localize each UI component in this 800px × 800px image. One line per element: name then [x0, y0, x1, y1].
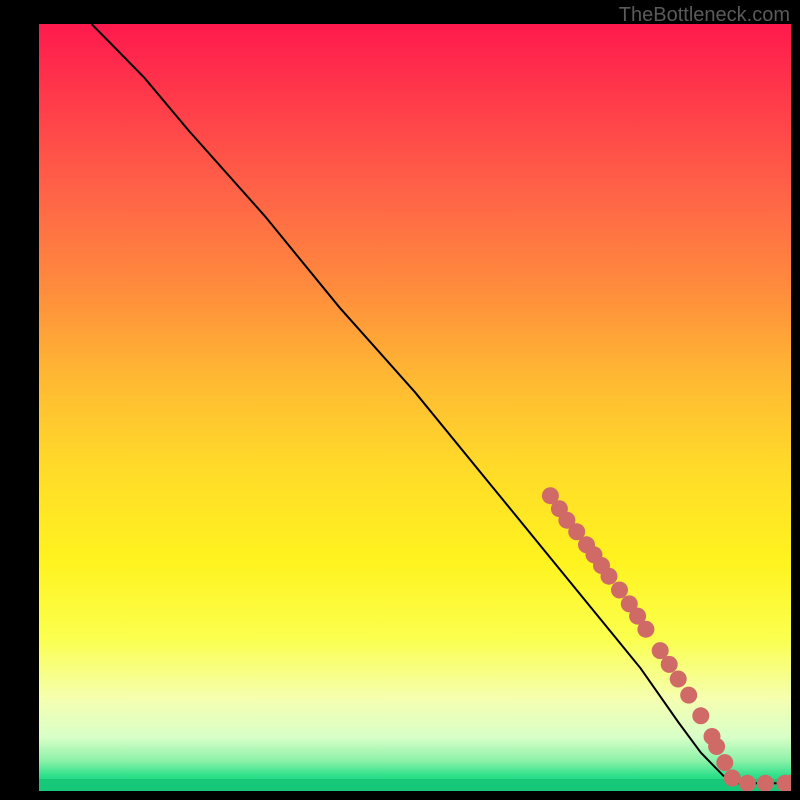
curve-svg — [39, 24, 791, 791]
data-marker — [601, 568, 618, 585]
plot-area — [39, 24, 791, 791]
data-marker — [680, 687, 697, 704]
data-marker — [611, 582, 628, 599]
main-curve-line — [92, 24, 791, 783]
data-marker — [692, 707, 709, 724]
data-marker — [724, 770, 741, 787]
chart-frame: TheBottleneck.com — [0, 0, 800, 800]
marker-group — [542, 487, 791, 791]
data-marker — [716, 754, 733, 771]
data-marker — [708, 738, 725, 755]
data-marker — [670, 671, 687, 688]
watermark-text: TheBottleneck.com — [619, 4, 790, 27]
data-marker — [757, 775, 774, 791]
data-marker — [739, 775, 756, 791]
data-marker — [661, 656, 678, 673]
data-marker — [637, 621, 654, 638]
